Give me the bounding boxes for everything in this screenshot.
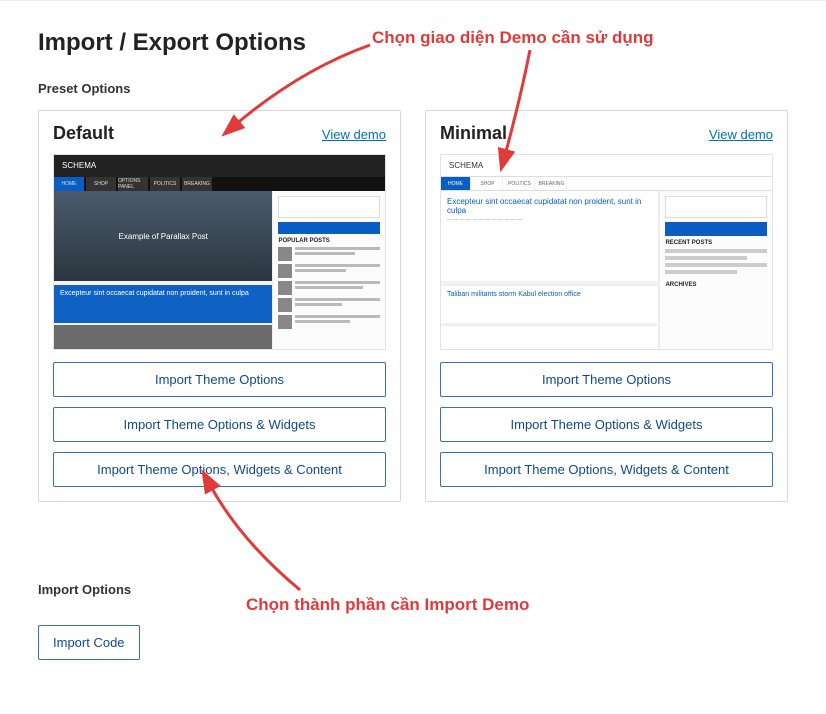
preset-thumbnail-default: SCHEMA HOME SHOP OPTIONS PANEL POLITICS …	[53, 154, 386, 350]
thumb-nav-item: SHOP	[473, 177, 503, 190]
thumb-article-2	[54, 325, 272, 350]
import-export-panel: Import / Export Options Preset Options D…	[0, 0, 826, 714]
thumb-article: Excepteur sint occaecat cupidatat non pr…	[54, 285, 272, 323]
preset-options-label: Preset Options	[38, 81, 788, 96]
import-theme-options-widgets-content-button[interactable]: Import Theme Options, Widgets & Content	[440, 452, 773, 487]
thumb-nav-item: HOME	[441, 177, 471, 190]
thumb-sidebar: RECENT POSTS ARCHIVES	[659, 191, 772, 349]
import-code-button[interactable]: Import Code	[38, 625, 140, 660]
import-theme-options-button[interactable]: Import Theme Options	[53, 362, 386, 397]
thumb-article-3	[441, 325, 659, 350]
thumb-sidebar: POPULAR POSTS	[272, 191, 385, 349]
thumb-nav-item: OPTIONS PANEL	[118, 177, 148, 191]
preset-head: Minimal View demo	[440, 123, 773, 144]
thumb-nav-item: SHOP	[86, 177, 116, 191]
import-theme-options-button[interactable]: Import Theme Options	[440, 362, 773, 397]
thumb-sidebar-heading-2: ARCHIVES	[665, 282, 767, 288]
thumb-nav-item: POLITICS	[150, 177, 180, 191]
preset-head: Default View demo	[53, 123, 386, 144]
thumb-article-2-title: Taliban militants storm Kabul election o…	[447, 291, 581, 298]
thumb-nav-item: POLITICS	[505, 177, 535, 190]
thumb-hero: Example of Parallax Post	[54, 191, 272, 281]
thumb-sidebar-heading: RECENT POSTS	[665, 240, 767, 246]
thumb-nav-item: BREAKING	[537, 177, 567, 190]
thumb-logo: SCHEMA	[449, 161, 483, 170]
thumb-article-title: Excepteur sint occaecat cupidatat non pr…	[447, 197, 652, 215]
thumb-nav-item: HOME	[54, 177, 84, 191]
thumb-search-btn	[278, 222, 380, 234]
page-title: Import / Export Options	[38, 29, 788, 57]
view-demo-link[interactable]: View demo	[322, 127, 386, 142]
import-theme-options-widgets-button[interactable]: Import Theme Options & Widgets	[53, 407, 386, 442]
thumb-article-meta: — — — — — — — — — — — —	[447, 217, 522, 223]
thumb-article-1: Excepteur sint occaecat cupidatat non pr…	[441, 191, 659, 281]
view-demo-link[interactable]: View demo	[709, 127, 773, 142]
import-theme-options-widgets-button[interactable]: Import Theme Options & Widgets	[440, 407, 773, 442]
preset-title: Minimal	[440, 123, 507, 144]
thumb-logo: SCHEMA	[62, 161, 96, 171]
thumb-nav-item: BREAKING	[182, 177, 212, 191]
thumb-article-2: Taliban militants storm Kabul election o…	[441, 285, 659, 323]
thumb-search	[665, 196, 767, 218]
preset-card-default: Default View demo SCHEMA HOME SHOP OPTIO…	[38, 110, 401, 502]
import-theme-options-widgets-content-button[interactable]: Import Theme Options, Widgets & Content	[53, 452, 386, 487]
import-options-section: Import Options Import Code	[38, 582, 788, 660]
thumb-sidebar-heading: POPULAR POSTS	[278, 238, 380, 244]
thumb-search-btn	[665, 222, 767, 236]
preset-card-minimal: Minimal View demo SCHEMA HOME SHOP POLIT…	[425, 110, 788, 502]
preset-title: Default	[53, 123, 114, 144]
preset-thumbnail-minimal: SCHEMA HOME SHOP POLITICS BREAKING Excep…	[440, 154, 773, 350]
import-options-label: Import Options	[38, 582, 788, 597]
presets-row: Default View demo SCHEMA HOME SHOP OPTIO…	[38, 110, 788, 502]
thumb-search	[278, 196, 380, 218]
